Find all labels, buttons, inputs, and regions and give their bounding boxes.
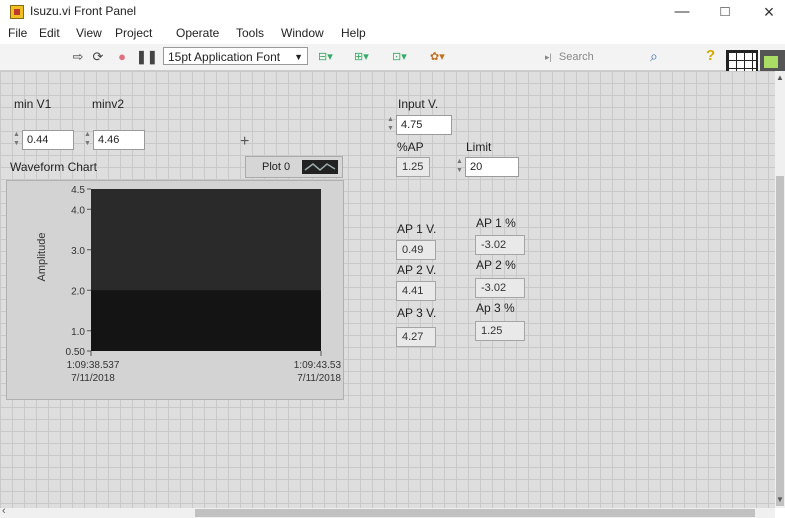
series-0-area — [91, 290, 321, 351]
align-objects-icon[interactable]: ⊟▾ — [318, 48, 352, 66]
menu-window[interactable]: Window — [281, 26, 324, 40]
menu-file[interactable]: File — [8, 26, 27, 40]
font-select-value: 15pt Application Font — [168, 50, 281, 64]
labview-app-icon — [10, 5, 24, 19]
min-v1-spinner[interactable]: ▲ ▼ — [12, 130, 21, 150]
limit-label: Limit — [466, 140, 492, 154]
ap3-pct-indicator: 1.25 — [475, 321, 525, 341]
horizontal-scroll-thumb[interactable] — [195, 509, 755, 517]
ap3-pct-label: Ap 3 % — [476, 301, 515, 315]
ap2-v-indicator: 4.41 — [396, 281, 436, 301]
limit-spinner[interactable]: ▲ ▼ — [455, 157, 464, 177]
search-placeholder: Search — [558, 51, 594, 63]
crosshair-cursor-icon: + — [240, 133, 250, 150]
minimize-button[interactable]: — — [670, 2, 694, 22]
window-title: Isuzu.vi Front Panel — [30, 4, 137, 18]
ap1-v-indicator: 0.49 — [396, 240, 436, 260]
run-arrow-icon[interactable]: ⇨ — [70, 49, 86, 65]
ap3-v-label: AP 3 V. — [397, 306, 437, 320]
limit-input[interactable]: 20 — [465, 157, 519, 177]
y-axis-label: Amplitude — [36, 233, 48, 282]
y-tick-label: 4.5 — [71, 185, 85, 196]
toolbar: ⇨ ⟳ ● ❚❚ 15pt Application Font ▼ ⊟▾ ⊞▾ ⊡… — [0, 44, 785, 71]
search-caret-icon: ▸| — [545, 52, 552, 62]
menu-operate[interactable]: Operate — [176, 26, 219, 40]
ap1-pct-label: AP 1 % — [476, 216, 516, 230]
pct-ap-label: %AP — [397, 140, 424, 154]
menu-edit[interactable]: Edit — [39, 26, 60, 40]
menu-bar: File Edit View Project Operate Tools Win… — [0, 24, 785, 44]
vertical-scroll-thumb[interactable] — [776, 176, 784, 506]
resize-objects-icon[interactable]: ⊡▾ — [392, 48, 426, 66]
scroll-left-icon[interactable]: ‹ — [2, 505, 6, 517]
run-continuously-icon[interactable]: ⟳ — [90, 49, 106, 65]
ap1-v-label: AP 1 V. — [397, 222, 437, 236]
minv2-spinner[interactable]: ▲ ▼ — [83, 130, 92, 150]
ap1-pct-indicator: -3.02 — [475, 235, 525, 255]
waveform-swatch-icon — [304, 163, 336, 171]
chevron-down-icon: ▼ — [294, 52, 303, 62]
scroll-down-icon[interactable]: ▼ — [775, 495, 785, 504]
input-v-spinner[interactable]: ▲ ▼ — [386, 115, 395, 135]
input-v-input[interactable]: 4.75 — [396, 115, 452, 135]
close-button[interactable]: × — [757, 2, 781, 22]
x-tick-date: 7/11/2018 — [71, 373, 115, 384]
abort-icon[interactable]: ● — [114, 49, 130, 65]
x-tick-date: 7/11/2018 — [297, 373, 341, 384]
menu-help[interactable]: Help — [341, 26, 366, 40]
y-tick-label: 0.50 — [66, 347, 86, 358]
distribute-objects-icon[interactable]: ⊞▾ — [354, 48, 388, 66]
input-v-label: Input V. — [398, 97, 439, 111]
pause-icon[interactable]: ❚❚ — [136, 49, 158, 65]
x-tick-time: 1:09:43.53 — [294, 360, 342, 371]
y-tick-label: 3.0 — [71, 246, 85, 257]
search-icon[interactable]: ⌕ — [650, 48, 658, 65]
font-select[interactable]: 15pt Application Font ▼ — [163, 47, 308, 65]
menu-view[interactable]: View — [76, 26, 102, 40]
ap2-pct-indicator: -3.02 — [475, 278, 525, 298]
minv2-label: minv2 — [92, 97, 125, 111]
y-tick-label: 1.0 — [71, 327, 85, 338]
ap2-pct-label: AP 2 % — [476, 258, 516, 272]
y-tick-label: 2.0 — [71, 286, 85, 297]
plot-legend[interactable]: Plot 0 — [245, 156, 343, 178]
minv2-input[interactable]: 4.46 — [93, 130, 145, 150]
pct-ap-indicator: 1.25 — [396, 157, 430, 177]
min-v1-input[interactable]: 0.44 — [22, 130, 74, 150]
x-tick-time: 1:09:38.537 — [67, 360, 120, 371]
horizontal-scrollbar[interactable]: ‹ — [0, 505, 775, 518]
title-bar: Isuzu.vi Front Panel — □ × — [0, 0, 785, 26]
plot-legend-swatch — [302, 160, 338, 174]
vertical-scrollbar[interactable]: ▲ ▼ — [775, 71, 785, 508]
ap2-v-label: AP 2 V. — [397, 263, 437, 277]
waveform-chart-svg: 4.5 4.0 3.0 2.0 1.0 0.50 1:09:38.537 7/11/2018… — [36, 185, 342, 384]
help-icon[interactable]: ? — [706, 47, 715, 64]
ap3-v-indicator: 4.27 — [396, 327, 436, 347]
menu-project[interactable]: Project — [115, 26, 152, 40]
plot-legend-label: Plot 0 — [262, 161, 291, 173]
min-v1-label: min V1 — [14, 97, 52, 111]
scroll-up-icon[interactable]: ▲ — [775, 73, 785, 82]
waveform-chart-title: Waveform Chart — [10, 160, 97, 174]
reorder-icon[interactable]: ✿▾ — [430, 48, 464, 66]
menu-tools[interactable]: Tools — [236, 26, 264, 40]
y-tick-label: 4.0 — [71, 205, 85, 216]
waveform-chart[interactable]: 4.5 4.0 3.0 2.0 1.0 0.50 1:09:38.537 7/11/2018… — [6, 180, 344, 400]
maximize-button[interactable]: □ — [713, 2, 737, 22]
